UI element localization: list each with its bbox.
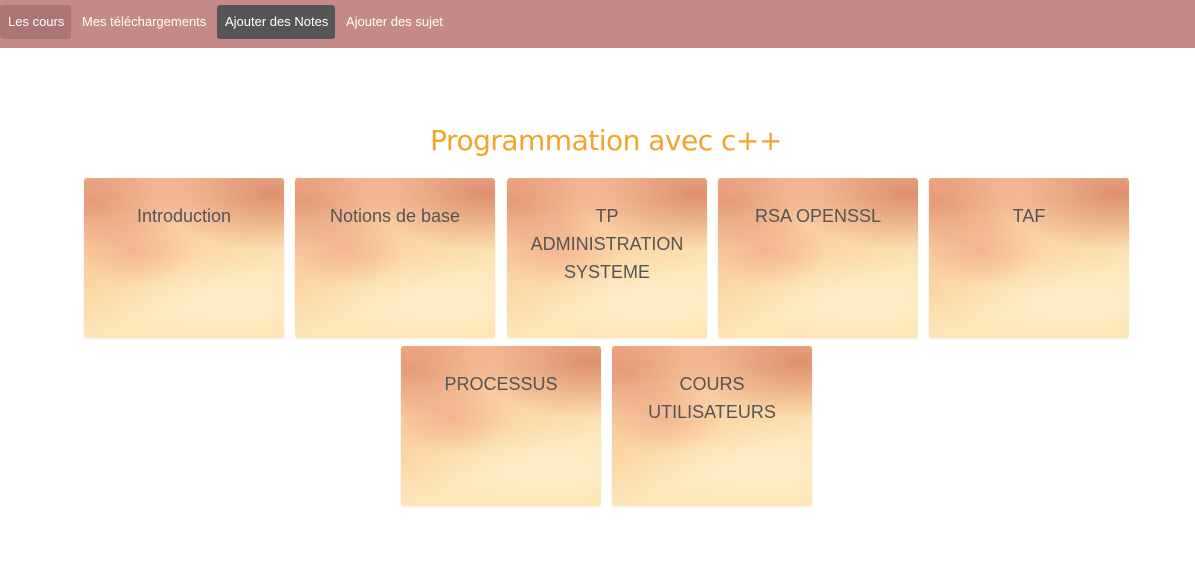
- top-navbar: Les cours Mes téléchargements Ajouter de…: [0, 0, 1195, 48]
- course-card-taf[interactable]: TAF: [929, 178, 1129, 338]
- nav-ajouter-des-sujet[interactable]: Ajouter des sujet: [338, 5, 451, 39]
- course-card-notions-de-base[interactable]: Notions de base: [295, 178, 495, 338]
- card-label: RSA OPENSSL: [754, 206, 882, 226]
- nav-ajouter-des-notes[interactable]: Ajouter des Notes: [217, 5, 335, 39]
- course-card-introduction[interactable]: Introduction: [84, 178, 284, 338]
- card-label: Introduction: [136, 206, 232, 226]
- card-label: TAF: [1012, 206, 1046, 226]
- card-label: Notions de base: [329, 206, 461, 226]
- nav-mes-telechargements[interactable]: Mes téléchargements: [74, 5, 214, 39]
- card-label: COURS UTILISATEURS: [648, 374, 776, 422]
- card-label: PROCESSUS: [444, 374, 558, 394]
- course-card-cours-utilisateurs[interactable]: COURS UTILISATEURS: [612, 346, 812, 506]
- course-card-rsa-openssl[interactable]: RSA OPENSSL: [718, 178, 918, 338]
- card-label: TP ADMINISTRATION SYSTEME: [530, 206, 684, 282]
- section-title: Programmation avec c++: [430, 124, 782, 157]
- course-card-processus[interactable]: PROCESSUS: [401, 346, 601, 506]
- nav-les-cours[interactable]: Les cours: [0, 5, 71, 39]
- course-card-tp-administration-systeme[interactable]: TP ADMINISTRATION SYSTEME: [507, 178, 707, 338]
